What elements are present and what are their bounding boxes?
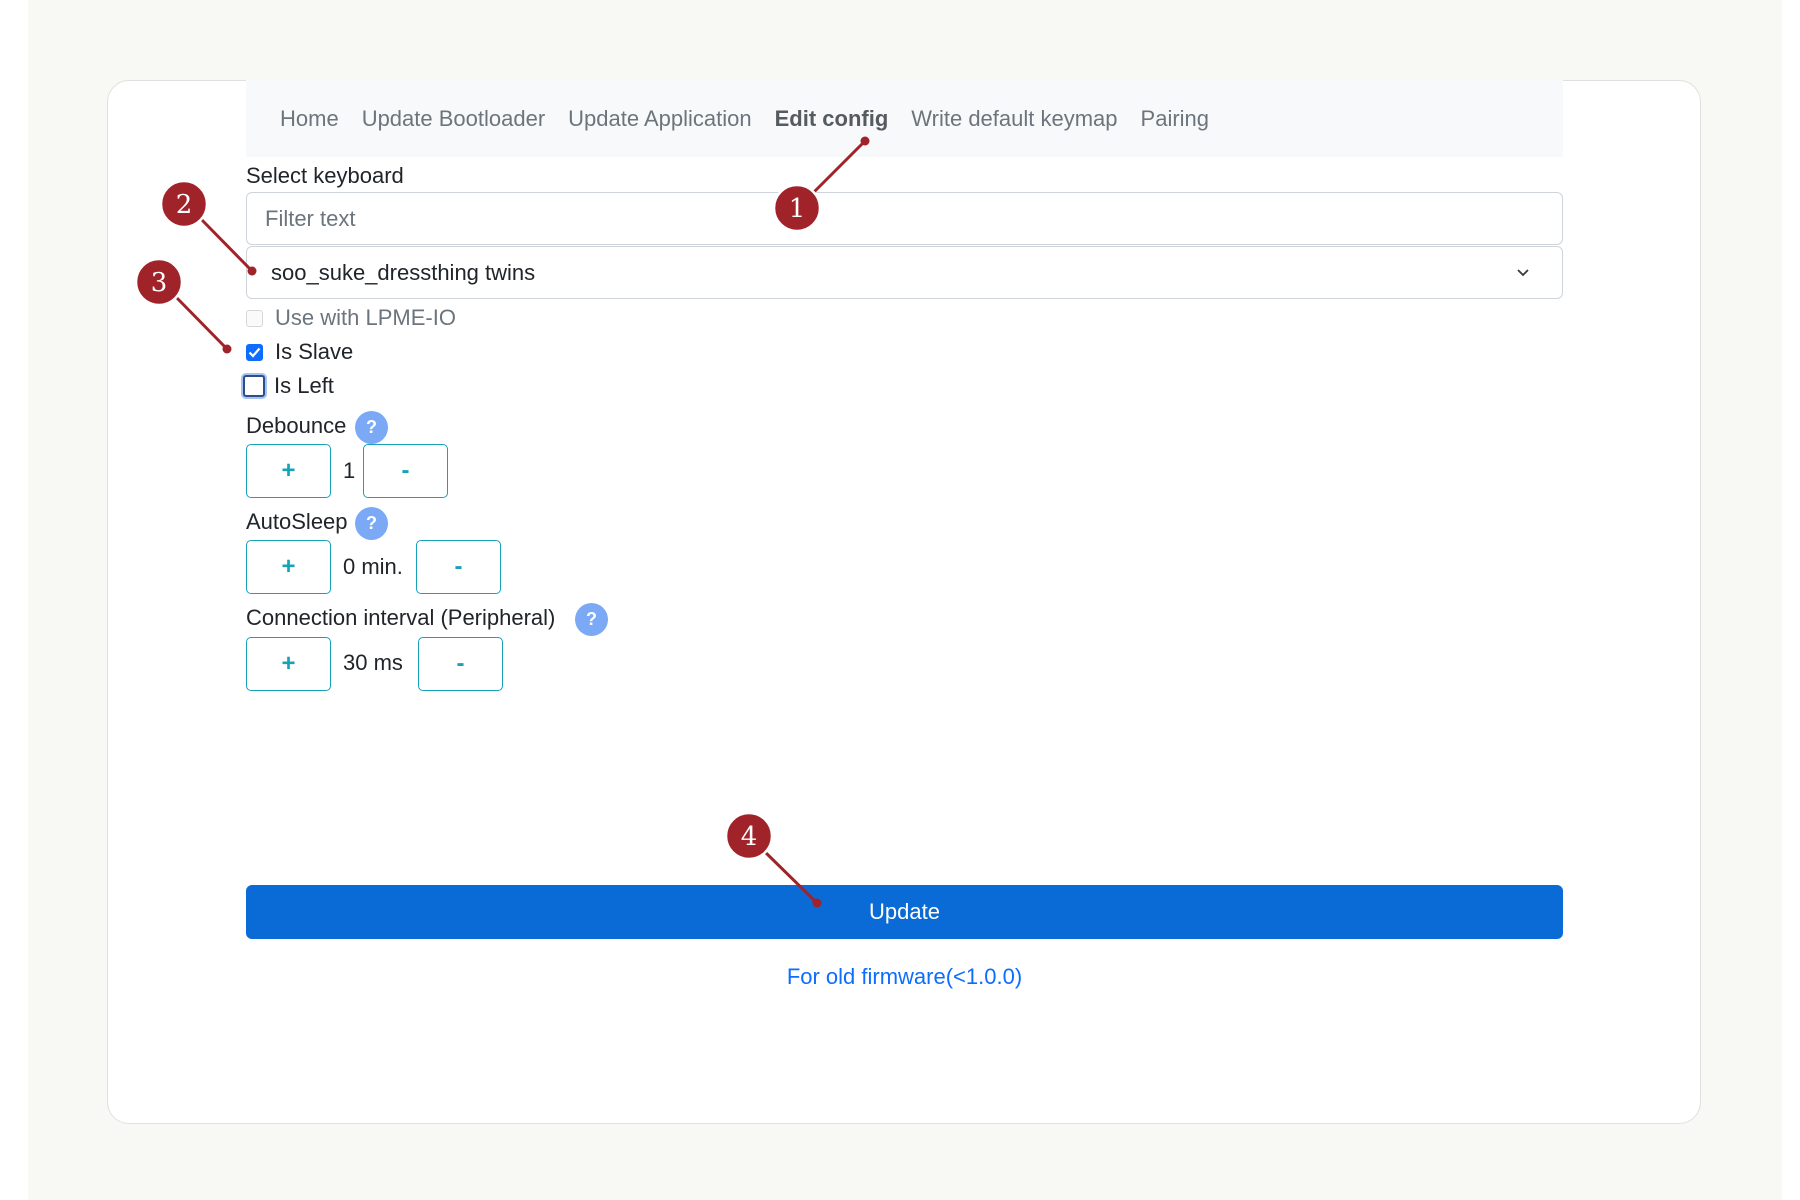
is-left-option[interactable]: Is Left [243, 373, 334, 399]
filter-text-input[interactable] [246, 192, 1563, 245]
select-keyboard-label: Select keyboard [246, 163, 404, 188]
connection-interval-label: Connection interval (Peripheral) [246, 605, 556, 630]
interval-increment-button[interactable]: + [246, 637, 331, 691]
autosleep-increment-button[interactable]: + [246, 540, 331, 594]
nav-edit-config[interactable]: Edit config [775, 106, 889, 132]
debounce-decrement-button[interactable]: - [363, 444, 448, 498]
autosleep-label: AutoSleep [246, 509, 348, 534]
is-left-checkbox[interactable] [243, 375, 265, 397]
connection-interval-help-icon[interactable]: ? [575, 603, 608, 636]
top-navbar: Home Update Bootloader Update Applicatio… [246, 80, 1563, 157]
debounce-increment-button[interactable]: + [246, 444, 331, 498]
autosleep-help-icon[interactable]: ? [355, 507, 388, 540]
nav-update-bootloader[interactable]: Update Bootloader [362, 106, 545, 132]
nav-write-default-keymap[interactable]: Write default keymap [911, 106, 1117, 132]
lpme-option[interactable]: Use with LPME-IO [246, 305, 456, 331]
interval-value: 30 ms [343, 650, 403, 675]
is-left-label: Is Left [274, 373, 334, 398]
is-slave-label: Is Slave [275, 339, 354, 364]
interval-decrement-button[interactable]: - [418, 637, 503, 691]
is-slave-checkbox[interactable] [246, 343, 263, 361]
nav-home[interactable]: Home [280, 106, 339, 132]
lpme-label: Use with LPME-IO [275, 305, 456, 330]
autosleep-decrement-button[interactable]: - [416, 540, 501, 594]
debounce-label: Debounce [246, 413, 347, 438]
keyboard-select[interactable]: soo_suke_dressthing twins [246, 246, 1563, 299]
nav-update-application[interactable]: Update Application [568, 106, 751, 132]
autosleep-value: 0 min. [343, 554, 403, 579]
checkmark-icon [248, 347, 261, 358]
debounce-value: 1 [343, 458, 356, 483]
nav-pairing[interactable]: Pairing [1141, 106, 1209, 132]
update-button[interactable]: Update [246, 885, 1563, 939]
keyboard-select-value: soo_suke_dressthing twins [271, 259, 536, 285]
debounce-help-icon[interactable]: ? [355, 411, 388, 444]
chevron-down-icon [1516, 262, 1538, 284]
old-firmware-link[interactable]: For old firmware(<1.0.0) [246, 964, 1563, 990]
lpme-checkbox[interactable] [246, 309, 263, 327]
is-slave-option[interactable]: Is Slave [246, 339, 353, 365]
